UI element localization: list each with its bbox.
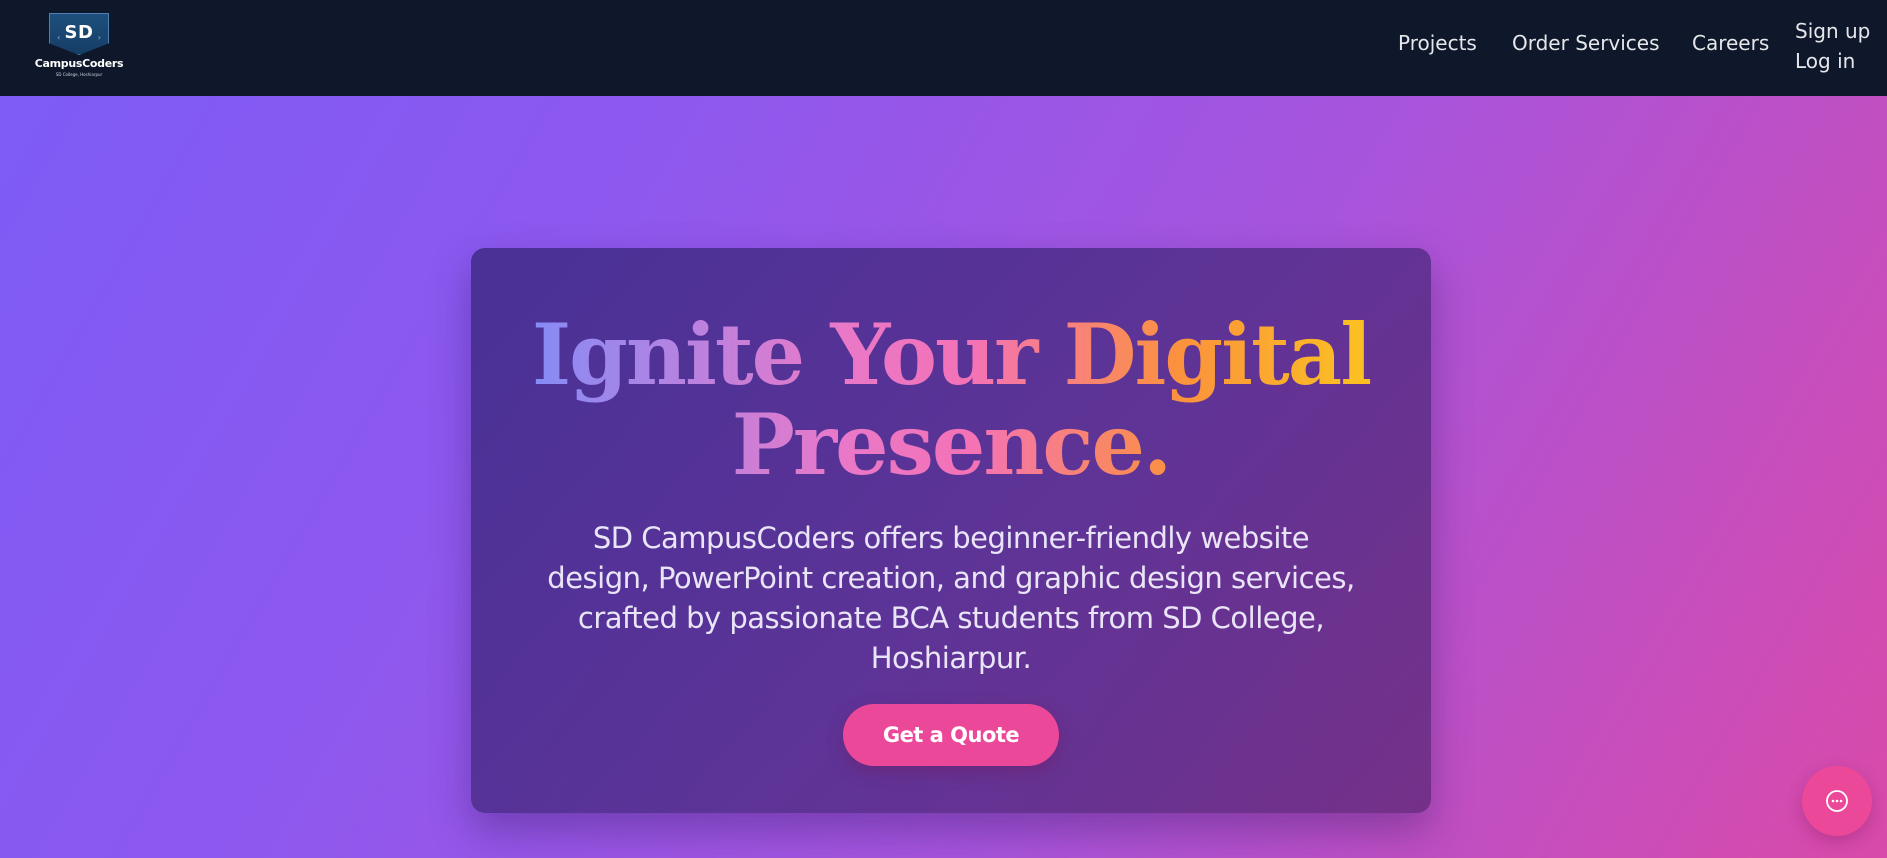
logo-name: CampusCoders [34,57,124,70]
logo-subtitle: SD College, Hoshiarpur [55,72,103,77]
get-quote-button[interactable]: Get a Quote [843,704,1059,766]
signup-link[interactable]: Sign up [1795,16,1870,46]
nav-link-careers[interactable]: Careers [1692,31,1769,55]
logo-shield: ‹ SD › [49,13,109,55]
nav-link-projects[interactable]: Projects [1398,31,1477,55]
logo-mark: SD [64,22,94,43]
hero-title-line-2: Presence. [731,395,1171,494]
site-logo[interactable]: ‹ SD › CampusCoders SD College, Hoshiarp… [34,13,124,77]
chat-button[interactable] [1802,766,1872,836]
chat-bubble-icon [1826,790,1848,812]
code-bracket-left-icon: ‹ [57,33,61,42]
code-bracket-right-icon: › [97,33,101,42]
nav-link-order-services[interactable]: Order Services [1512,31,1660,55]
hero-card: Ignite Your Digital Presence. SD CampusC… [471,248,1431,813]
hero-title-line-1: Ignite Your Digital [531,305,1371,404]
login-link[interactable]: Log in [1795,46,1870,76]
hero-title: Ignite Your Digital Presence. [471,310,1431,490]
hero-description: SD CampusCoders offers beginner-friendly… [547,521,1355,675]
top-navbar: ‹ SD › CampusCoders SD College, Hoshiarp… [0,0,1887,96]
auth-links: Sign up Log in [1795,16,1870,76]
